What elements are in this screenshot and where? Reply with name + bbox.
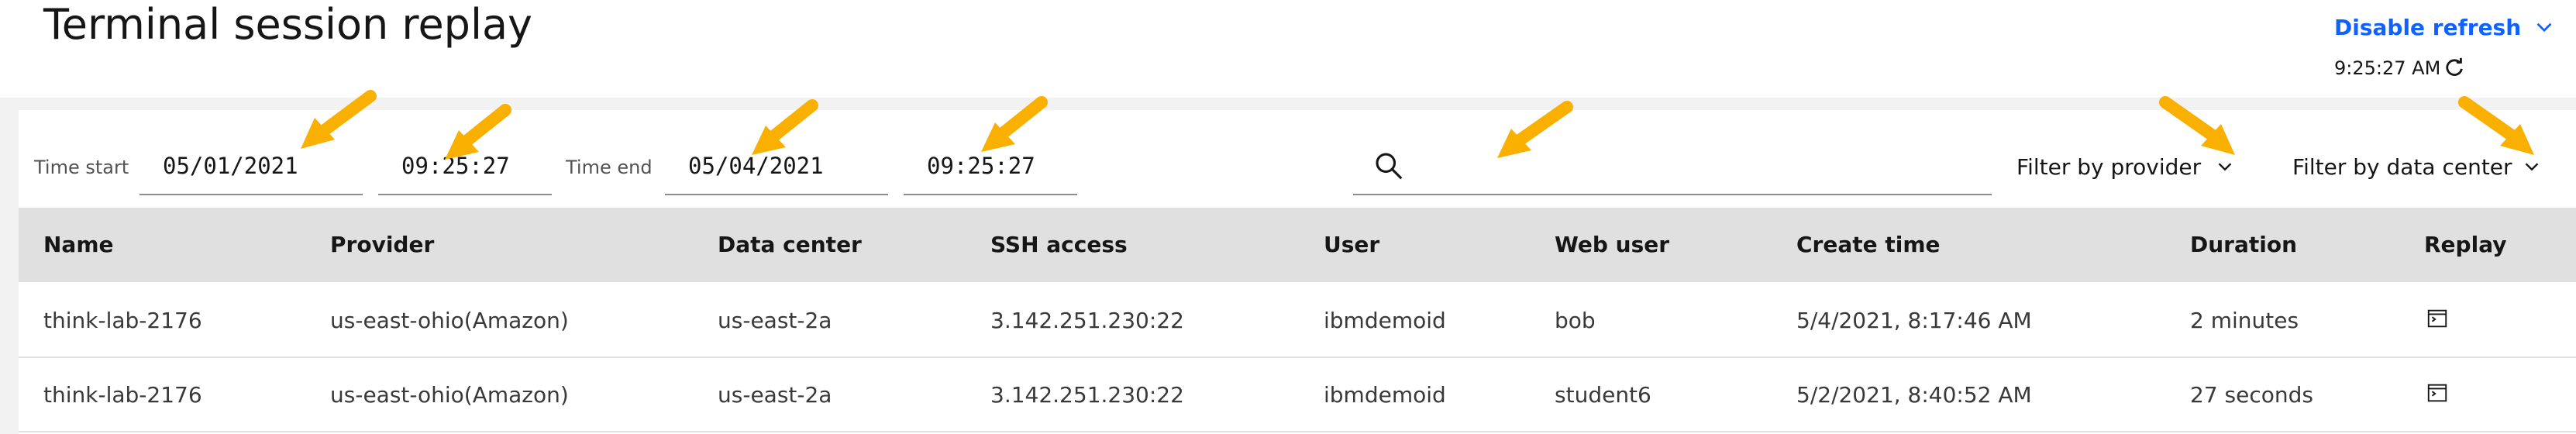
time-start-time-input[interactable] [378, 140, 552, 192]
cell-data-center: us-east-2a [718, 382, 832, 408]
column-header-data-center[interactable]: Data center [718, 231, 862, 259]
column-header-user[interactable]: User [1324, 231, 1379, 259]
search-input[interactable] [1353, 140, 1992, 192]
page-title: Terminal session replay [43, 0, 532, 49]
column-header-replay: Replay [2424, 232, 2507, 257]
cell-name: think-lab-2176 [43, 308, 202, 333]
cell-duration: 27 seconds [2190, 382, 2313, 408]
time-end-time-field[interactable] [904, 140, 1077, 195]
cell-ssh-access: 3.142.251.230:22 [990, 382, 1184, 408]
column-header-name[interactable]: Name [43, 231, 114, 259]
column-header-duration[interactable]: Duration [2190, 231, 2297, 259]
datacenter-filter-dropdown[interactable]: Filter by data center [2292, 140, 2550, 195]
time-start-date-input[interactable] [139, 140, 363, 192]
time-start-time-field[interactable] [378, 140, 552, 195]
provider-filter-label: Filter by provider [2016, 154, 2202, 180]
cell-provider: us-east-ohio(Amazon) [330, 382, 569, 408]
disable-refresh-link[interactable]: Disable refresh [2334, 11, 2521, 45]
column-header-ssh-access[interactable]: SSH access [990, 231, 1128, 259]
chevron-down-icon [2525, 163, 2539, 171]
datacenter-filter-label: Filter by data center [2292, 154, 2512, 180]
cell-provider: us-east-ohio(Amazon) [330, 308, 569, 333]
cell-user: ibmdemoid [1324, 308, 1446, 333]
cell-data-center: us-east-2a [718, 308, 832, 333]
cell-ssh-access: 3.142.251.230:22 [990, 308, 1184, 333]
search-icon [1376, 153, 1403, 180]
cell-web-user: student6 [1555, 382, 1651, 408]
chevron-down-icon[interactable] [2531, 14, 2557, 40]
time-end-time-input[interactable] [904, 140, 1077, 192]
chevron-down-icon [2218, 163, 2232, 171]
time-end-date-input[interactable] [665, 140, 888, 192]
refresh-icon[interactable] [2443, 56, 2466, 79]
column-header-provider[interactable]: Provider [330, 231, 434, 259]
terminal-replay-icon[interactable] [2426, 307, 2449, 330]
cell-user: ibmdemoid [1324, 382, 1446, 408]
column-header-create-time[interactable]: Create time [1796, 231, 1941, 259]
time-end-date-field[interactable] [665, 140, 888, 195]
cell-duration: 2 minutes [2190, 308, 2299, 333]
provider-filter-dropdown[interactable]: Filter by provider [2016, 140, 2249, 195]
time-start-date-field[interactable] [139, 140, 363, 195]
last-refresh-time: 9:25:27 AM [2334, 57, 2441, 79]
column-header-web-user[interactable]: Web user [1555, 231, 1669, 259]
search-field[interactable] [1353, 140, 1992, 195]
cell-create-time: 5/4/2021, 8:17:46 AM [1796, 308, 2032, 333]
cell-create-time: 5/2/2021, 8:40:52 AM [1796, 382, 2032, 408]
time-end-label: Time end [566, 157, 653, 178]
time-start-label: Time start [34, 157, 129, 178]
terminal-replay-icon[interactable] [2426, 381, 2449, 405]
cell-web-user: bob [1555, 308, 1596, 333]
cell-name: think-lab-2176 [43, 382, 202, 408]
